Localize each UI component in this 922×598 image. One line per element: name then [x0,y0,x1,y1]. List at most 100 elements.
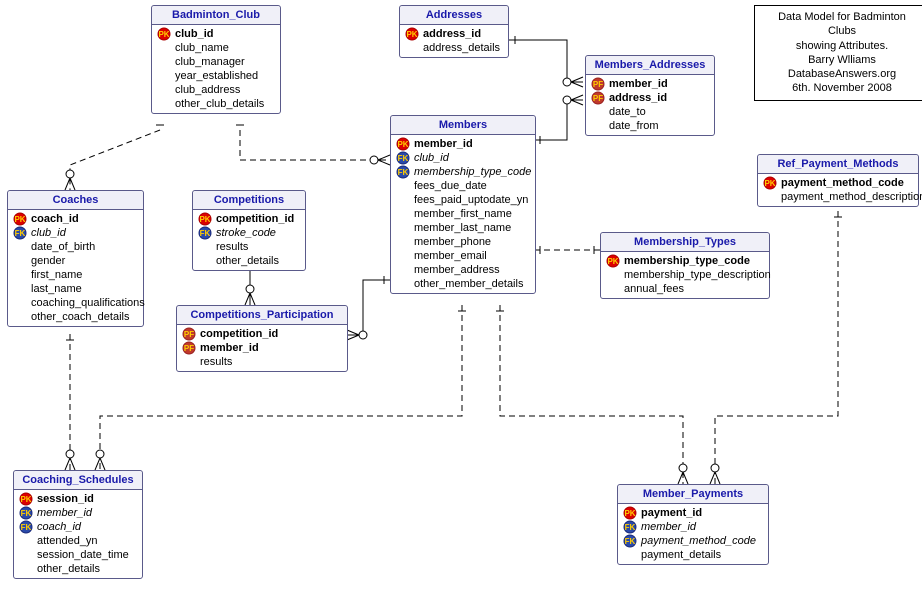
info-line: Barry Wlliams [763,53,921,67]
attr-name: attended_yn [37,535,98,547]
no-key [156,98,172,110]
no-key [395,194,411,206]
no-key [12,311,28,323]
info-line: showing Attributes. [763,39,921,53]
info-line: 6th. November 2008 [763,81,921,95]
attr-name: membership_type_code [624,255,750,267]
fk-key-icon [622,535,638,547]
fk-key-icon [395,152,411,164]
no-key [18,535,34,547]
attr-name: member_id [641,521,696,533]
no-key [12,255,28,267]
attr-name: address_id [423,28,481,40]
fk-key-icon [395,166,411,178]
attr-name: payment_method_code [781,177,904,189]
entity-competitions: Competitionscompetition_idstroke_coderes… [192,190,306,271]
attr-name: club_address [175,84,240,96]
attr-name: member_id [609,78,668,90]
attr-name: fees_paid_uptodate_yn [414,194,528,206]
attr-name: address_id [609,92,667,104]
entity-title: Badminton_Club [152,6,280,25]
entity-body: coach_idclub_iddate_of_birthgenderfirst_… [8,210,143,326]
entity-coaching-schedules: Coaching_Schedules session_id member_idcoa… [13,470,143,579]
info-box: Data Model for Badminton Clubs showing A… [754,5,922,101]
attr-name: membership_type_code [414,166,531,178]
attr-row: competition_id [193,212,305,226]
entity-title: Coaching_Schedules [14,471,142,490]
pf-key-icon [590,78,606,90]
entity-members-addresses: Members_Addressesmember_idaddress_iddate… [585,55,715,136]
attr-row: member_id [391,137,535,151]
attr-row: member_id [177,341,347,355]
attr-name: club_id [31,227,66,239]
attr-row: member_id [586,77,714,91]
no-key [12,297,28,309]
attr-row: fees_due_date [391,179,535,193]
attr-row: member_id [14,506,142,520]
attr-name: gender [31,255,65,267]
entity-title: Addresses [400,6,508,25]
attr-name: member_last_name [414,222,511,234]
attr-name: session_id [37,493,94,505]
pk-key-icon [12,213,28,225]
attr-name: first_name [31,269,82,281]
attr-name: session_date_time [37,549,129,561]
pk-key-icon [404,28,420,40]
info-line: Data Model for Badminton Clubs [763,10,921,39]
attr-row: payment_method_description [758,190,918,204]
attr-row: other_coach_details [8,310,143,324]
entity-title: Member_Payments [618,485,768,504]
attr-row: stroke_code [193,226,305,240]
attr-name: other_member_details [414,278,523,290]
attr-row: first_name [8,268,143,282]
attr-name: last_name [31,283,82,295]
attr-name: member_id [37,507,92,519]
attr-row: session_id [14,492,142,506]
no-key [156,42,172,54]
entity-body: member_idaddress_iddate_todate_from [586,75,714,135]
attr-name: member_address [414,264,500,276]
no-key [197,241,213,253]
fk-key-icon [18,521,34,533]
attr-row: payment_details [618,548,768,562]
attr-name: membership_type_description [624,269,771,281]
attr-name: payment_details [641,549,721,561]
no-key [181,356,197,368]
attr-row: address_details [400,41,508,55]
attr-row: date_from [586,119,714,133]
attr-name: coaching_qualifications [31,297,145,309]
attr-name: competition_id [216,213,294,225]
pk-key-icon [605,255,621,267]
no-key [395,236,411,248]
attr-name: payment_method_description [781,191,922,203]
attr-row: membership_type_code [391,165,535,179]
no-key [605,269,621,281]
no-key [156,56,172,68]
no-key [395,222,411,234]
attr-row: club_id [152,27,280,41]
entity-body: payment_method_codepayment_method_descri… [758,174,918,206]
pf-key-icon [181,328,197,340]
attr-name: other_club_details [175,98,264,110]
fk-key-icon [18,507,34,519]
pk-key-icon [197,213,213,225]
entity-title: Competitions_Participation [177,306,347,325]
fk-key-icon [197,227,213,239]
entity-ref-payment-methods: Ref_Payment_Methodspayment_method_codepa… [757,154,919,207]
attr-row: member_address [391,263,535,277]
entity-body: membership_type_code membership_type_desc… [601,252,769,298]
attr-name: year_established [175,70,258,82]
attr-name: coach_id [37,521,81,533]
no-key [12,241,28,253]
entity-badminton-club: Badminton_Club club_idclub_nameclub_manag… [151,5,281,114]
attr-row: payment_method_code [758,176,918,190]
no-key [590,120,606,132]
pk-key-icon [762,177,778,189]
attr-name: club_name [175,42,229,54]
entity-title: Members [391,116,535,135]
attr-row: year_established [152,69,280,83]
attr-row: club_manager [152,55,280,69]
attr-row: last_name [8,282,143,296]
attr-row: payment_method_code [618,534,768,548]
attr-name: address_details [423,42,500,54]
